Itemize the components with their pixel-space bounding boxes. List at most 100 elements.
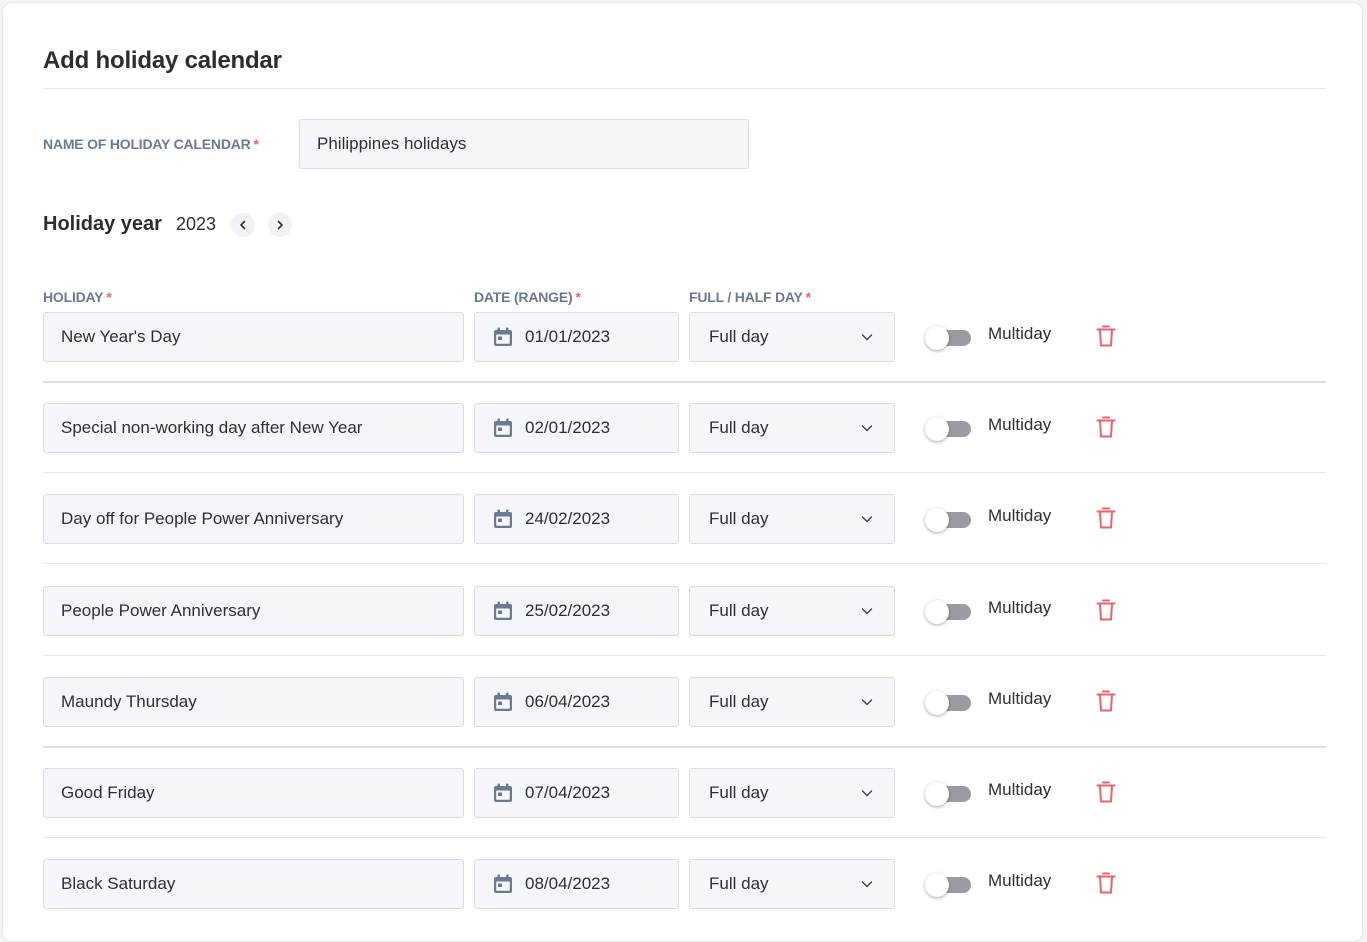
required-mark: * [253, 136, 259, 152]
trash-icon[interactable] [1095, 689, 1117, 713]
multiday-label: Multiday [988, 780, 1052, 799]
multiday-label: Multiday [988, 689, 1052, 708]
multiday-label: Multiday [988, 415, 1052, 434]
holiday-year-value: 2023 [176, 214, 217, 234]
calendar-name-input[interactable]: Philippines holidays [299, 119, 749, 169]
toggle-knob [925, 326, 949, 350]
next-year-button[interactable] [268, 213, 292, 237]
chevron-down-icon [861, 699, 873, 706]
holiday-row: New Year's Day 01/01/2023 Full day Multi… [43, 312, 1326, 362]
row-divider [43, 837, 1326, 838]
toggle-knob [925, 508, 949, 532]
date-column-header: DATE (RANGE) * [474, 289, 581, 305]
holiday-row: Day off for People Power Anniversary 24/… [43, 494, 1326, 544]
holiday-row: Black Saturday 08/04/2023 Full day Multi… [43, 859, 1326, 909]
chevron-down-icon [861, 334, 873, 341]
day-type-value: Full day [709, 783, 769, 802]
required-mark: * [575, 289, 581, 305]
trash-icon[interactable] [1095, 324, 1117, 348]
date-range-input[interactable]: 02/01/2023 [474, 403, 679, 453]
holiday-row: Special non-working day after New Year 0… [43, 403, 1326, 453]
prev-year-button[interactable] [231, 213, 255, 237]
row-divider [43, 746, 1326, 748]
chevron-down-icon [861, 881, 873, 888]
holiday-name-input[interactable]: Good Friday [43, 768, 464, 818]
calendar-name-label-text: NAME OF HOLIDAY CALENDAR [43, 136, 251, 152]
toggle-knob [925, 600, 949, 624]
trash-icon[interactable] [1095, 506, 1117, 530]
chevron-down-icon [861, 425, 873, 432]
row-divider [43, 655, 1326, 656]
title-divider [43, 88, 1326, 89]
holiday-name-input[interactable]: People Power Anniversary [43, 586, 464, 636]
date-range-input[interactable]: 07/04/2023 [474, 768, 679, 818]
holiday-name-input[interactable]: Day off for People Power Anniversary [43, 494, 464, 544]
chevron-left-icon [240, 220, 246, 230]
date-range-input[interactable]: 06/04/2023 [474, 677, 679, 727]
calendar-icon [494, 874, 512, 893]
date-value: 01/01/2023 [525, 327, 611, 346]
calendar-icon [494, 418, 512, 437]
day-type-value: Full day [709, 874, 769, 893]
chevron-down-icon [861, 516, 873, 523]
multiday-label: Multiday [988, 871, 1052, 890]
add-holiday-calendar-card: Add holiday calendar NAME OF HOLIDAY CAL… [2, 2, 1363, 942]
date-range-input[interactable]: 24/02/2023 [474, 494, 679, 544]
date-column-header-text: DATE (RANGE) [474, 289, 573, 305]
day-type-column-header-text: FULL / HALF DAY [689, 289, 803, 305]
calendar-icon [494, 783, 512, 802]
holiday-name-input[interactable]: Black Saturday [43, 859, 464, 909]
multiday-toggle[interactable] [925, 508, 973, 532]
day-type-select[interactable]: Full day [689, 768, 895, 818]
trash-icon[interactable] [1095, 871, 1117, 895]
holiday-name-input[interactable]: Maundy Thursday [43, 677, 464, 727]
date-range-input[interactable]: 08/04/2023 [474, 859, 679, 909]
multiday-toggle[interactable] [925, 873, 973, 897]
multiday-toggle[interactable] [925, 691, 973, 715]
day-type-value: Full day [709, 692, 769, 711]
day-type-value: Full day [709, 327, 769, 346]
trash-icon[interactable] [1095, 598, 1117, 622]
holiday-name-input[interactable]: Special non-working day after New Year [43, 403, 464, 453]
row-divider [43, 472, 1326, 473]
multiday-label: Multiday [988, 324, 1052, 343]
multiday-toggle[interactable] [925, 782, 973, 806]
multiday-label: Multiday [988, 506, 1052, 525]
holiday-column-header: HOLIDAY * [43, 289, 112, 305]
calendar-icon [494, 601, 512, 620]
holiday-row: Maundy Thursday 06/04/2023 Full day Mult… [43, 677, 1326, 727]
day-type-select[interactable]: Full day [689, 494, 895, 544]
toggle-knob [925, 782, 949, 806]
trash-icon[interactable] [1095, 415, 1117, 439]
day-type-column-header: FULL / HALF DAY * [689, 289, 811, 305]
calendar-icon [494, 692, 512, 711]
holiday-year-label: Holiday year [43, 213, 162, 235]
multiday-toggle[interactable] [925, 600, 973, 624]
holiday-row: People Power Anniversary 25/02/2023 Full… [43, 586, 1326, 636]
day-type-select[interactable]: Full day [689, 859, 895, 909]
date-range-input[interactable]: 01/01/2023 [474, 312, 679, 362]
chevron-down-icon [861, 790, 873, 797]
chevron-down-icon [861, 608, 873, 615]
toggle-knob [925, 417, 949, 441]
holiday-name-input[interactable]: New Year's Day [43, 312, 464, 362]
calendar-name-label: NAME OF HOLIDAY CALENDAR * [43, 136, 259, 152]
holiday-row: Good Friday 07/04/2023 Full day Multiday [43, 768, 1326, 818]
day-type-select[interactable]: Full day [689, 586, 895, 636]
trash-icon[interactable] [1095, 780, 1117, 804]
multiday-toggle[interactable] [925, 417, 973, 441]
date-value: 25/02/2023 [525, 601, 611, 620]
row-divider [43, 563, 1326, 564]
required-mark: * [106, 289, 112, 305]
date-value: 24/02/2023 [525, 509, 611, 528]
date-range-input[interactable]: 25/02/2023 [474, 586, 679, 636]
page-title: Add holiday calendar [43, 47, 282, 74]
calendar-icon [494, 509, 512, 528]
day-type-select[interactable]: Full day [689, 677, 895, 727]
calendar-icon [494, 327, 512, 346]
date-value: 06/04/2023 [525, 692, 611, 711]
day-type-select[interactable]: Full day [689, 312, 895, 362]
multiday-toggle[interactable] [925, 326, 973, 350]
day-type-select[interactable]: Full day [689, 403, 895, 453]
day-type-value: Full day [709, 418, 769, 437]
